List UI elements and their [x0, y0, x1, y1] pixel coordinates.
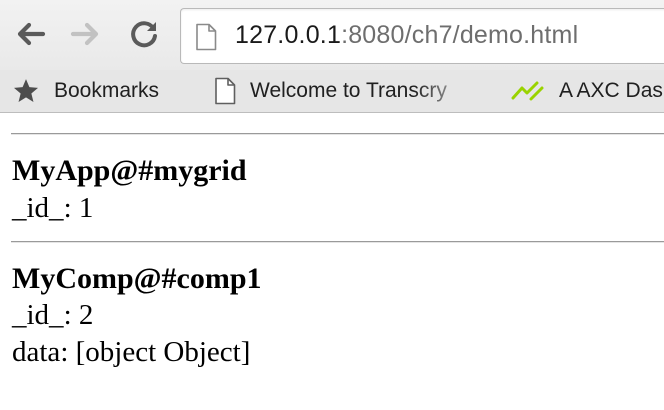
page-icon: [214, 77, 236, 105]
url-host: 127.0.0.1: [235, 21, 342, 49]
component-prop-id: _id_: 2: [12, 299, 94, 331]
forward-arrow-icon: [70, 22, 99, 46]
bookmark-welcome-to-transcry[interactable]: Welcome to Transcry: [214, 70, 480, 112]
browser-toolbar: 127.0.0.1:8080/ch7/demo.html: [0, 0, 664, 70]
component-name-mycomp: MyComp@#comp1: [12, 262, 262, 295]
prop-key: data: [12, 336, 61, 368]
bookmark-label: Bookmarks: [54, 79, 160, 102]
forward-button[interactable]: [66, 14, 106, 54]
component-prop-data: data: [object Object]: [12, 336, 251, 368]
prop-key: _id_: [12, 192, 64, 224]
back-arrow-icon: [17, 22, 46, 46]
divider: [11, 241, 664, 243]
bookmark-bookmarks[interactable]: Bookmarks: [12, 70, 159, 112]
prop-key: _id_: [12, 299, 64, 331]
url-path: :8080/ch7/demo.html: [341, 21, 579, 49]
axc-logo-icon: [511, 79, 545, 103]
star-icon: [12, 77, 40, 105]
bookmarks-bar: Bookmarks Welcome to Transcry A AXC Das: [0, 70, 664, 113]
page-content: MyApp@#mygrid _id_: 1 MyComp@#comp1 _id_…: [0, 113, 664, 410]
reload-icon: [131, 21, 157, 48]
url-text: 127.0.0.1:8080/ch7/demo.html: [235, 21, 578, 50]
component-prop-id: _id_: 1: [12, 192, 94, 224]
prop-value: 2: [78, 299, 94, 331]
bookmark-label: A AXC Das: [559, 79, 663, 102]
address-bar[interactable]: 127.0.0.1:8080/ch7/demo.html: [180, 8, 664, 64]
prop-value: [object Object]: [75, 336, 251, 368]
component-name-myapp: MyApp@#mygrid: [12, 154, 247, 187]
divider: [11, 133, 664, 135]
bookmark-label: Welcome to Transcry: [250, 79, 447, 102]
back-button[interactable]: [10, 14, 50, 54]
prop-value: 1: [78, 192, 94, 224]
bookmark-axc-dashboard[interactable]: A AXC Das: [511, 70, 663, 112]
reload-button[interactable]: [124, 14, 164, 54]
page-icon: [195, 23, 217, 56]
